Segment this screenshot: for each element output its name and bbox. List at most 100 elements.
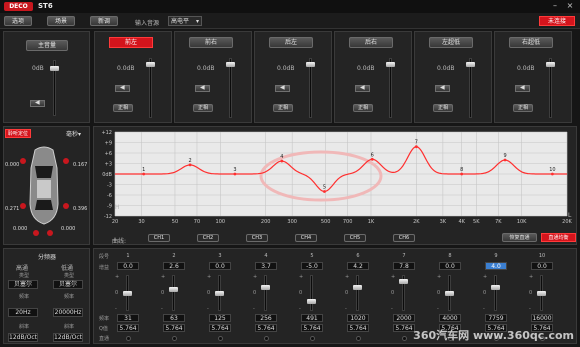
channel-phase-button[interactable]: 正相 <box>193 104 213 112</box>
curve-channel-button[interactable]: CH5 <box>344 234 366 242</box>
channel-gain-knob[interactable] <box>386 62 395 67</box>
channel-mute-button[interactable]: ◀ <box>515 84 530 92</box>
new-tune-button[interactable]: 新调 <box>90 16 118 26</box>
lp-slope-select[interactable]: 12dB/Oct <box>53 333 83 342</box>
band-q-input[interactable]: 5.764 <box>255 324 277 332</box>
band-freq-input[interactable]: 256 <box>255 314 277 322</box>
speaker-fl-icon[interactable] <box>20 158 26 164</box>
band-gain-knob[interactable] <box>445 291 454 296</box>
band-gain-input[interactable]: 2.6 <box>163 262 185 270</box>
hp-freq-input[interactable]: 20Hz <box>8 308 38 317</box>
input-source-select[interactable]: 高电平 ▾ <box>168 16 202 26</box>
band-gain-input[interactable]: 0.0 <box>531 262 553 270</box>
speaker-rr-icon[interactable] <box>63 203 69 209</box>
subwoofer-r-icon[interactable] <box>47 230 53 236</box>
channel-phase-button[interactable]: 正相 <box>433 104 453 112</box>
master-volume-knob[interactable] <box>50 66 59 71</box>
band-gain-knob[interactable] <box>307 298 316 304</box>
band-q-input[interactable]: 5.764 <box>163 324 185 332</box>
channel-gain-track[interactable] <box>469 58 472 118</box>
minimize-button[interactable]: – <box>550 1 560 11</box>
subwoofer-l-icon[interactable] <box>33 230 39 236</box>
channel-name-button[interactable]: 前右 <box>189 37 233 48</box>
band-gain-input[interactable]: 0.0 <box>117 262 139 270</box>
channel-name-button[interactable]: 后左 <box>269 37 313 48</box>
reset-eq-button[interactable]: 恢复直通 <box>502 233 537 242</box>
band-freq-input[interactable]: 2000 <box>393 314 415 322</box>
channel-phase-button[interactable]: 正相 <box>273 104 293 112</box>
hp-slope-select[interactable]: 12dB/Oct <box>8 333 38 342</box>
band-bypass-toggle[interactable] <box>126 336 131 341</box>
speaker-rl-icon[interactable] <box>20 203 26 209</box>
channel-mute-button[interactable]: ◀ <box>115 84 130 92</box>
band-bypass-toggle[interactable] <box>402 336 407 341</box>
band-gain-knob[interactable] <box>537 291 546 296</box>
close-icon[interactable]: × <box>565 1 575 11</box>
band-bypass-toggle[interactable] <box>172 336 177 341</box>
band-bypass-toggle[interactable] <box>356 336 361 341</box>
band-freq-input[interactable]: 491 <box>301 314 323 322</box>
channel-name-button[interactable]: 右超低 <box>509 37 553 48</box>
band-q-input[interactable]: 5.764 <box>209 324 231 332</box>
eq-frequency-response-chart[interactable]: +12 +9 +6 +3 0dB -3 -6 -9 -1220 30 50 70 100 200 300 50… <box>93 126 577 245</box>
channel-mute-button[interactable]: ◀ <box>435 84 450 92</box>
band-gain-knob[interactable] <box>123 291 132 296</box>
band-gain-track[interactable] <box>356 275 359 311</box>
channel-name-button[interactable]: 前左 <box>109 37 153 48</box>
band-bypass-toggle[interactable] <box>264 336 269 341</box>
connect-button[interactable]: 未连接 <box>539 16 575 26</box>
master-mute-button[interactable]: ◀ <box>30 99 45 107</box>
channel-name-button[interactable]: 左超低 <box>429 37 473 48</box>
channel-gain-knob[interactable] <box>466 62 475 67</box>
band-bypass-toggle[interactable] <box>218 336 223 341</box>
channel-gain-track[interactable] <box>309 58 312 118</box>
bypass-eq-button[interactable]: 直通均衡 <box>541 233 576 242</box>
band-freq-input[interactable]: 7759 <box>485 314 507 322</box>
channel-gain-track[interactable] <box>549 58 552 118</box>
band-gain-knob[interactable] <box>399 279 408 285</box>
channel-mute-button[interactable]: ◀ <box>275 84 290 92</box>
band-gain-knob[interactable] <box>169 287 178 293</box>
band-gain-input[interactable]: 3.7 <box>255 262 277 270</box>
band-gain-knob[interactable] <box>353 284 362 290</box>
band-freq-input[interactable]: 125 <box>209 314 231 322</box>
band-gain-input[interactable]: 7.8 <box>393 262 415 270</box>
band-gain-input[interactable]: 4.0 <box>485 262 507 270</box>
channel-gain-knob[interactable] <box>546 62 555 67</box>
band-freq-input[interactable]: 31 <box>117 314 139 322</box>
band-gain-track[interactable] <box>494 275 497 311</box>
curve-channel-button[interactable]: CH3 <box>246 234 268 242</box>
hp-type-select[interactable]: 贝塞尔 <box>8 280 38 289</box>
speaker-fr-icon[interactable] <box>63 158 69 164</box>
scene-button[interactable]: 场景 <box>47 16 75 26</box>
band-gain-input[interactable]: 0.0 <box>209 262 231 270</box>
channel-phase-button[interactable]: 正相 <box>353 104 373 112</box>
band-gain-input[interactable]: 4.2 <box>347 262 369 270</box>
channel-gain-knob[interactable] <box>146 62 155 67</box>
channel-phase-button[interactable]: 正相 <box>513 104 533 112</box>
band-gain-knob[interactable] <box>215 291 224 296</box>
band-gain-input[interactable]: 0.0 <box>439 262 461 270</box>
channel-gain-track[interactable] <box>389 58 392 118</box>
options-button[interactable]: 选项 <box>4 16 32 26</box>
band-freq-input[interactable]: 63 <box>163 314 185 322</box>
channel-gain-track[interactable] <box>149 58 152 118</box>
curve-channel-button[interactable]: CH2 <box>197 234 219 242</box>
band-q-input[interactable]: 5.764 <box>301 324 323 332</box>
channel-mute-button[interactable]: ◀ <box>355 84 370 92</box>
curve-channel-button[interactable]: CH6 <box>393 234 415 242</box>
channel-gain-track[interactable] <box>229 58 232 118</box>
channel-gain-knob[interactable] <box>306 62 315 67</box>
band-freq-input[interactable]: 16000 <box>531 314 553 322</box>
band-bypass-toggle[interactable] <box>310 336 315 341</box>
channel-name-button[interactable]: 后右 <box>349 37 393 48</box>
band-gain-knob[interactable] <box>491 285 500 290</box>
band-gain-track[interactable] <box>310 275 313 311</box>
curve-channel-button[interactable]: CH1 <box>148 234 170 242</box>
band-q-input[interactable]: 5.764 <box>117 324 139 332</box>
lp-type-select[interactable]: 贝塞尔 <box>53 280 83 289</box>
band-q-input[interactable]: 5.764 <box>347 324 369 332</box>
band-freq-input[interactable]: 1020 <box>347 314 369 322</box>
band-q-input[interactable]: 5.764 <box>393 324 415 332</box>
band-gain-input[interactable]: -5.0 <box>301 262 323 270</box>
